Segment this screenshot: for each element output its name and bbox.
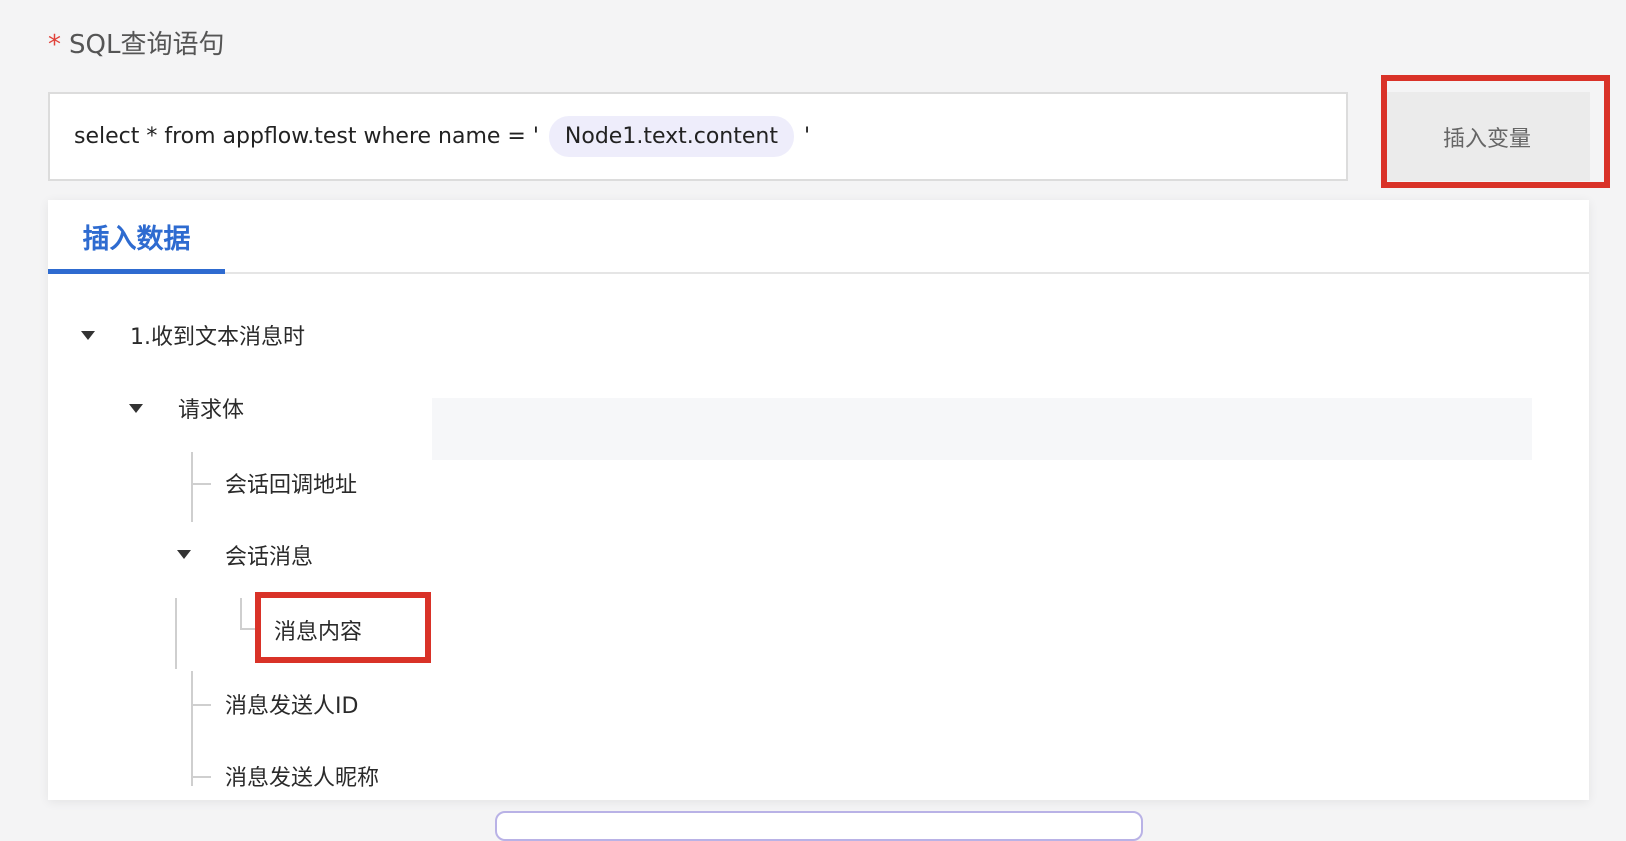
tree-guide-line — [191, 704, 211, 706]
sql-query-label: * SQL查询语句 — [48, 26, 224, 64]
field-label-text: SQL查询语句 — [69, 30, 225, 60]
query-suffix-text: ' — [803, 124, 811, 149]
tree-guide-line — [191, 483, 211, 485]
tree-guide-line — [191, 776, 211, 778]
tree-row-selected — [432, 398, 1532, 460]
tree-guide-line — [191, 671, 193, 786]
tree-node-root[interactable]: 1.收到文本消息时 — [130, 315, 305, 355]
tree-node-callback-address-label: 会话回调地址 — [225, 473, 358, 498]
partial-element-below — [495, 811, 1143, 841]
tree-node-message-content-label: 消息内容 — [274, 620, 363, 645]
caret-down-icon[interactable] — [81, 331, 95, 340]
tree-node-sender-id[interactable]: 消息发送人ID — [225, 684, 358, 724]
variable-chip[interactable]: Node1.text.content — [548, 116, 794, 157]
tree-guide-line — [240, 598, 242, 628]
tree-node-sender-nickname[interactable]: 消息发送人昵称 — [225, 756, 379, 796]
insert-data-panel: 插入数据 1.收到文本消息时 请求体 会话回调地址 会话消息 消息发送人ID 消… — [48, 200, 1589, 800]
tree-node-conversation-message[interactable]: 会话消息 — [225, 535, 313, 575]
tree-guide-line — [175, 598, 177, 669]
tab-insert-data[interactable]: 插入数据 — [48, 200, 225, 274]
tree-node-root-label: 1.收到文本消息时 — [130, 325, 305, 350]
tree-guide-line — [240, 628, 258, 630]
tree-guide-line — [191, 452, 193, 522]
tab-insert-data-label: 插入数据 — [82, 223, 191, 255]
tree-node-callback-address[interactable]: 会话回调地址 — [225, 463, 357, 503]
tab-bar: 插入数据 — [48, 200, 1589, 274]
tree-node-request-body[interactable]: 请求体 — [178, 388, 244, 428]
tab-active-underline — [48, 269, 225, 274]
tree-node-sender-nickname-label: 消息发送人昵称 — [225, 766, 380, 791]
tree-node-sender-id-label: 消息发送人ID — [225, 694, 359, 719]
query-prefix-text: select * from appflow.test where name = … — [74, 124, 539, 149]
required-marker: * — [48, 30, 61, 60]
insert-variable-button[interactable]: 插入变量 — [1384, 92, 1590, 181]
sql-query-input[interactable]: select * from appflow.test where name = … — [48, 92, 1348, 181]
caret-down-icon[interactable] — [177, 550, 191, 559]
tree-node-request-body-label: 请求体 — [178, 398, 245, 423]
tree-node-conversation-message-label: 会话消息 — [225, 545, 314, 570]
caret-down-icon[interactable] — [129, 404, 143, 413]
tree-node-message-content[interactable]: 消息内容 — [274, 610, 362, 650]
